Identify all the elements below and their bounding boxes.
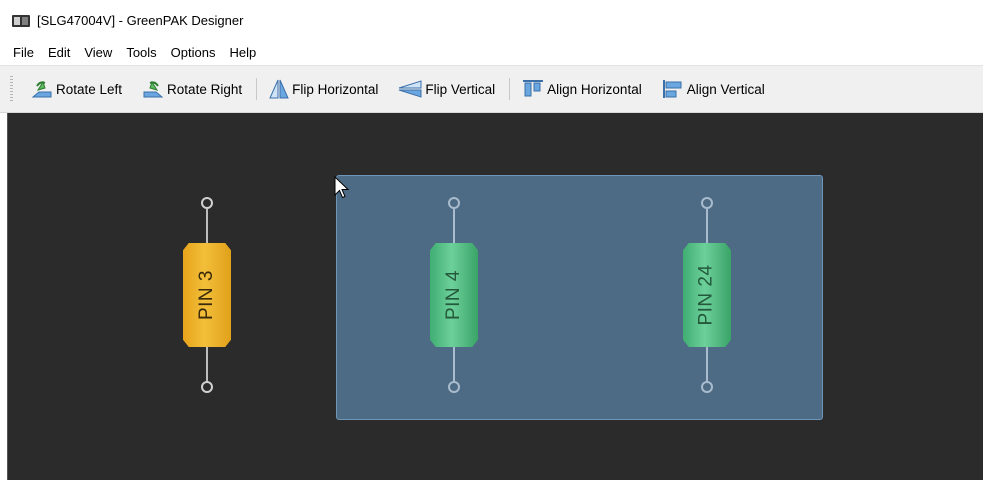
pin-wire-top xyxy=(453,209,455,244)
design-canvas[interactable]: PIN 3 PIN 4 PIN 24 xyxy=(7,113,983,480)
pin-wire-bottom xyxy=(206,347,208,382)
toolbar-grip[interactable] xyxy=(10,76,13,102)
menu-options[interactable]: Options xyxy=(164,41,223,65)
align-vertical-button[interactable]: Align Vertical xyxy=(658,74,769,104)
rotate-left-label: Rotate Left xyxy=(56,81,123,97)
pin-wire-bottom xyxy=(706,347,708,382)
menu-view[interactable]: View xyxy=(77,41,119,65)
pin-terminal-top[interactable] xyxy=(201,197,213,209)
title-bar: [SLG47004V] - GreenPAK Designer xyxy=(0,0,983,41)
align-horizontal-label: Align Horizontal xyxy=(547,81,642,97)
toolbar-separator xyxy=(509,78,511,100)
rotate-left-button[interactable]: Rotate Left xyxy=(27,74,126,104)
align-horizontal-icon xyxy=(523,80,544,97)
pin-terminal-top[interactable] xyxy=(701,197,713,209)
flip-horizontal-button[interactable]: Flip Horizontal xyxy=(265,74,382,104)
pin-terminal-bottom[interactable] xyxy=(448,381,460,393)
pin-24-label: PIN 24 xyxy=(696,264,717,326)
rotate-right-label: Rotate Right xyxy=(167,81,243,97)
align-horizontal-button[interactable]: Align Horizontal xyxy=(518,74,646,104)
flip-vertical-icon xyxy=(399,80,422,98)
pin-wire-bottom xyxy=(453,347,455,382)
toolbar-separator xyxy=(256,78,258,100)
flip-vertical-button[interactable]: Flip Vertical xyxy=(394,74,499,104)
toolbar: Rotate Left Rotate Right Flip Horizontal… xyxy=(0,65,983,113)
mouse-cursor-icon xyxy=(334,176,350,199)
flip-vertical-label: Flip Vertical xyxy=(425,81,496,97)
rotate-left-icon xyxy=(31,80,52,98)
menu-edit[interactable]: Edit xyxy=(41,41,77,65)
pin-terminal-bottom[interactable] xyxy=(701,381,713,393)
rotate-right-button[interactable]: Rotate Right xyxy=(138,74,246,104)
pin-24-body[interactable]: PIN 24 xyxy=(683,243,731,347)
align-vertical-icon xyxy=(662,80,682,98)
greenpak-app-icon xyxy=(12,14,30,27)
rotate-right-icon xyxy=(143,80,164,98)
pin-terminal-top[interactable] xyxy=(448,197,460,209)
flip-horizontal-icon xyxy=(269,79,289,99)
pin-4-body[interactable]: PIN 4 xyxy=(430,243,478,347)
pin-4-label: PIN 4 xyxy=(443,269,464,321)
selection-rectangle xyxy=(336,175,823,420)
pin-wire-top xyxy=(206,209,208,244)
pin-24-block[interactable]: PIN 24 xyxy=(683,197,731,395)
window-title: [SLG47004V] - GreenPAK Designer xyxy=(37,13,244,28)
pin-3-block[interactable]: PIN 3 xyxy=(183,197,231,395)
pin-3-body[interactable]: PIN 3 xyxy=(183,243,231,347)
pin-terminal-bottom[interactable] xyxy=(201,381,213,393)
menu-tools[interactable]: Tools xyxy=(119,41,163,65)
align-vertical-label: Align Vertical xyxy=(686,81,765,97)
flip-horizontal-label: Flip Horizontal xyxy=(292,81,379,97)
pin-3-label: PIN 3 xyxy=(196,269,217,321)
pin-wire-top xyxy=(706,209,708,244)
menu-file[interactable]: File xyxy=(6,41,41,65)
menu-bar: File Edit View Tools Options Help xyxy=(0,41,983,65)
pin-4-block[interactable]: PIN 4 xyxy=(430,197,478,395)
menu-help[interactable]: Help xyxy=(222,41,263,65)
